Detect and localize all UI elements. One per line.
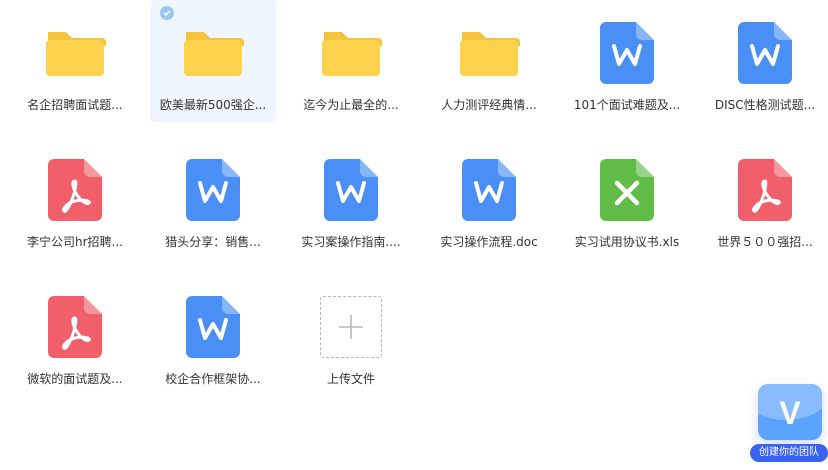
word-icon xyxy=(454,155,524,225)
file-name: 名企招聘面试题... xyxy=(27,98,123,112)
pdf-icon xyxy=(730,155,800,225)
word-icon xyxy=(316,155,386,225)
file-name: 人力测评经典情... xyxy=(441,98,537,112)
upload-label: 上传文件 xyxy=(326,372,375,386)
file-name: 实习试用协议书.xls xyxy=(574,235,680,249)
word-icon xyxy=(178,155,248,225)
file-name: 实习操作流程.doc xyxy=(440,235,538,249)
file-name: 猎头分享：销售... xyxy=(165,235,261,249)
file-name: DISC性格测试题... xyxy=(714,98,816,112)
file-tile-folder[interactable]: 名企招聘面试题... xyxy=(12,0,138,122)
folder-icon xyxy=(178,18,248,88)
file-name: 校企合作框架协... xyxy=(165,372,261,386)
file-name: 实习案操作指南.... xyxy=(301,235,401,249)
upload-box[interactable] xyxy=(316,292,386,362)
plus-icon xyxy=(320,296,382,358)
badge-letter: V xyxy=(779,395,801,431)
file-tile-word[interactable]: 实习操作流程.doc xyxy=(426,137,552,259)
file-tile-word[interactable]: 猎头分享：销售... xyxy=(150,137,276,259)
word-icon xyxy=(730,18,800,88)
file-tile-word[interactable]: 101个面试难题及... xyxy=(564,0,690,122)
badge-label[interactable]: 创建你的团队 xyxy=(750,444,828,462)
file-tile-pdf[interactable]: 微软的面试题及... xyxy=(12,274,138,396)
file-tile-folder[interactable]: 欧美最新500强企... xyxy=(150,0,276,122)
pdf-icon xyxy=(40,292,110,362)
create-team-badge[interactable]: V 创建你的团队 xyxy=(750,382,828,462)
upload-file-tile[interactable]: 上传文件 xyxy=(288,274,414,396)
folder-icon xyxy=(316,18,386,88)
file-tile-folder[interactable]: 迄今为止最全的... xyxy=(288,0,414,122)
file-tile-excel[interactable]: 实习试用协议书.xls xyxy=(564,137,690,259)
file-name: 迄今为止最全的... xyxy=(303,98,399,112)
word-icon xyxy=(592,18,662,88)
file-tile-pdf[interactable]: 李宁公司hr招聘... xyxy=(12,137,138,259)
file-tile-word[interactable]: 校企合作框架协... xyxy=(150,274,276,396)
file-name: 微软的面试题及... xyxy=(27,372,123,386)
v-logo-icon: V xyxy=(758,384,822,440)
file-tile-word[interactable]: DISC性格测试题... xyxy=(702,0,828,122)
file-name: 欧美最新500强企... xyxy=(159,98,267,112)
file-name: 世界５００强招... xyxy=(717,235,813,249)
file-tile-pdf[interactable]: 世界５００强招... xyxy=(702,137,828,259)
excel-icon xyxy=(592,155,662,225)
folder-icon xyxy=(40,18,110,88)
selected-check-icon[interactable] xyxy=(160,6,174,20)
file-tile-word[interactable]: 实习案操作指南.... xyxy=(288,137,414,259)
file-name: 101个面试难题及... xyxy=(573,98,681,112)
pdf-icon xyxy=(40,155,110,225)
file-tile-folder[interactable]: 人力测评经典情... xyxy=(426,0,552,122)
file-name: 李宁公司hr招聘... xyxy=(27,235,123,249)
folder-icon xyxy=(454,18,524,88)
word-icon xyxy=(178,292,248,362)
